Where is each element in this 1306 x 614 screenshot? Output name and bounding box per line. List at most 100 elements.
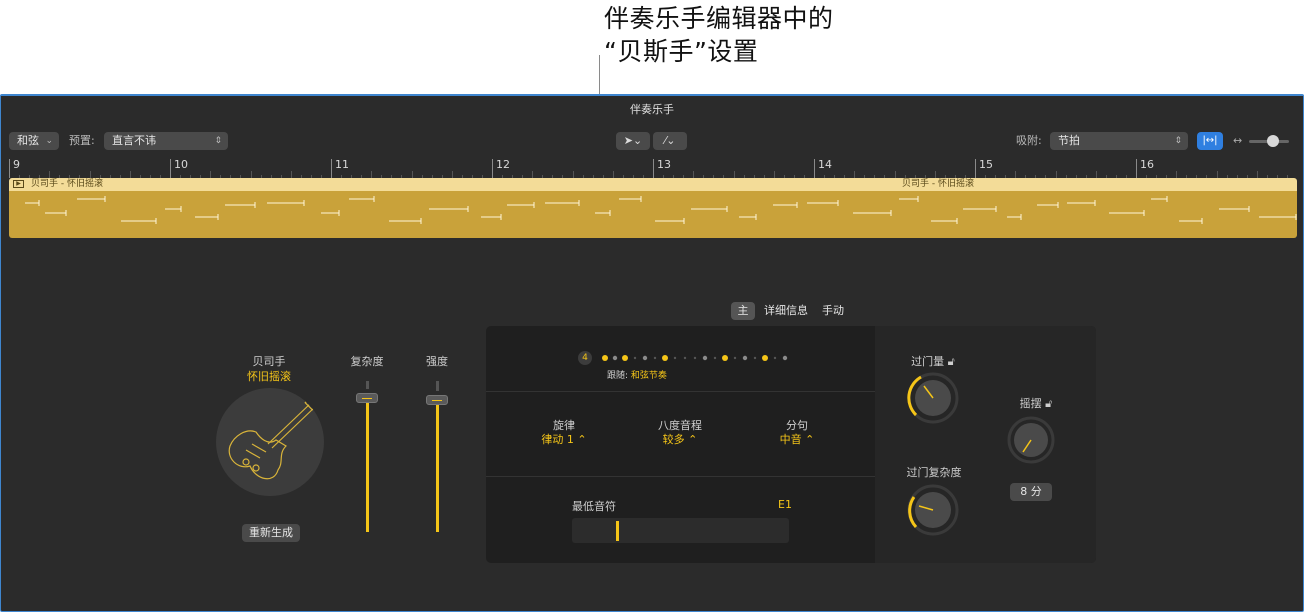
beat-dot[interactable] (773, 356, 777, 360)
beat-dot[interactable] (683, 356, 687, 360)
lowest-note-value: E1 (778, 498, 792, 511)
ruler-tick (773, 171, 775, 178)
player-name: 贝司手 (252, 355, 286, 368)
beat-dot[interactable] (633, 356, 637, 360)
region-play-icon: ▶ (13, 180, 24, 188)
ruler-tick (1095, 171, 1097, 178)
beat-dot[interactable] (722, 355, 728, 361)
region-header: ▶ 贝司手 - 怀旧摇滚 贝司手 - 怀旧摇滚 (9, 178, 1297, 191)
beat-dot[interactable] (612, 355, 618, 361)
ruler-tick (612, 171, 614, 178)
ruler-tick (572, 171, 574, 178)
beat-dot[interactable] (702, 355, 708, 361)
lowest-note-range[interactable] (572, 518, 789, 543)
tab-main[interactable]: 主 (731, 302, 755, 320)
octave-label: 八度音程 (658, 419, 702, 432)
phrasing-value[interactable]: 中音 ⌃ (752, 433, 842, 447)
player-style[interactable]: 怀旧摇滚 (209, 368, 329, 384)
fills-knob[interactable] (905, 370, 961, 426)
beat-dot[interactable] (753, 356, 757, 360)
chord-button[interactable]: 和弦 ⌄ (9, 132, 59, 150)
tab-manual[interactable]: 手动 (817, 302, 849, 320)
ruler-tick (371, 171, 373, 178)
ruler-tick (1055, 171, 1057, 178)
octave-value[interactable]: 较多 ⌃ (635, 433, 725, 447)
melody-param[interactable]: 旋律 律动 1 ⌃ (519, 419, 609, 447)
fills-label: 过门量 🔓︎ (888, 353, 978, 369)
ruler-tick (693, 171, 695, 178)
bar-number: 16 (1136, 159, 1154, 178)
beat-dot[interactable] (622, 355, 628, 361)
beat-dot[interactable] (653, 356, 657, 360)
follow-label: 跟随: (607, 371, 629, 381)
bass-guitar-icon (228, 393, 322, 480)
updown-chevron-icon: ⇕ (1174, 136, 1182, 146)
snap-popup[interactable]: 节拍 ⇕ (1050, 132, 1188, 150)
region-title: 贝司手 - 怀旧摇滚 (31, 179, 103, 189)
bar-number: 12 (492, 159, 510, 178)
snap-value: 节拍 (1058, 134, 1080, 147)
tab-details[interactable]: 详细信息 (761, 302, 811, 320)
beat-dot[interactable] (762, 355, 768, 361)
intensity-slider-thumb[interactable] (426, 395, 448, 405)
fill-complexity-knob[interactable] (905, 482, 961, 538)
complexity-label: 复杂度 (350, 355, 384, 368)
divider (486, 391, 875, 392)
ruler-tick (532, 171, 534, 178)
beat-dot[interactable] (662, 355, 668, 361)
bass-guitar-avatar[interactable] (216, 388, 324, 496)
callout-text: 伴奏乐手编辑器中的 “贝斯手”设置 (604, 2, 834, 68)
ruler-tick (1015, 171, 1017, 178)
complexity-slider-thumb[interactable] (356, 393, 378, 403)
zoom-thumb[interactable] (1267, 135, 1279, 147)
regenerate-button[interactable]: 重新生成 (242, 524, 300, 542)
swing-knob[interactable] (1005, 414, 1057, 466)
ruler-tick (290, 171, 292, 178)
ruler-tick (411, 171, 413, 178)
snap-to-grid-button[interactable]: |↔| (1197, 132, 1223, 150)
ruler-tick (934, 171, 936, 178)
snap-icon: |↔| (1202, 135, 1218, 146)
lock-icon[interactable]: 🔓︎ (1045, 397, 1052, 410)
horizontal-zoom-slider[interactable]: ↔ (1231, 132, 1293, 150)
region-note-pattern (25, 196, 1297, 224)
bass-region[interactable]: ▶ 贝司手 - 怀旧摇滚 贝司手 - 怀旧摇滚 (9, 178, 1297, 238)
beat-dot[interactable] (782, 355, 788, 361)
follow-setting[interactable]: 跟随: 和弦节奏 (607, 368, 667, 381)
region-notes (9, 191, 1297, 238)
phrasing-param[interactable]: 分句 中音 ⌃ (752, 419, 842, 447)
beat-dot[interactable] (713, 356, 717, 360)
pencil-tool-button[interactable]: ⁄⌄ (653, 132, 687, 150)
beat-pattern[interactable] (599, 352, 795, 364)
complexity-slider-fill (366, 394, 369, 532)
beat-dot[interactable] (673, 356, 677, 360)
divider (486, 476, 875, 477)
session-player-editor-window: 伴奏乐手 和弦 ⌄ 预置: 直言不讳 ⇕ ➤⌄ ⁄⌄ 吸附: 节拍 ⇕ |↔| ↔ 9… (0, 94, 1304, 612)
bar-number: 15 (975, 159, 993, 178)
pointer-tool-button[interactable]: ➤⌄ (616, 132, 650, 150)
swing-label: 摇摆 🔓︎ (991, 395, 1081, 411)
editor-toolbar: 和弦 ⌄ 预置: 直言不讳 ⇕ ➤⌄ ⁄⌄ 吸附: 节拍 ⇕ |↔| ↔ (1, 132, 1303, 154)
chevron-down-icon: ⌄ (45, 136, 53, 146)
bar-number: 11 (331, 159, 349, 178)
callout-line-1: 伴奏乐手编辑器中的 (604, 4, 834, 33)
lowest-note-marker[interactable] (616, 521, 619, 541)
beat-dot[interactable] (733, 356, 737, 360)
beat-dot[interactable] (642, 355, 648, 361)
melody-value[interactable]: 律动 1 ⌃ (519, 433, 609, 447)
bar-number: 13 (653, 159, 671, 178)
beat-count-badge: 4 (578, 351, 592, 365)
octave-param[interactable]: 八度音程 较多 ⌃ (635, 419, 725, 447)
beat-dot[interactable] (602, 355, 608, 361)
swing-label-text: 摇摆 (1019, 397, 1042, 410)
ruler-tick (1216, 171, 1218, 178)
lock-icon[interactable]: 🔓︎ (948, 355, 955, 368)
preset-label: 预置: (69, 134, 95, 147)
swing-value[interactable]: 8 分 (1010, 483, 1052, 501)
beat-dot[interactable] (693, 356, 697, 360)
snap-label: 吸附: (1016, 134, 1042, 147)
chord-button-label: 和弦 (17, 134, 39, 147)
beat-dot[interactable] (742, 355, 748, 361)
bar-ruler[interactable]: 9 10 11 12 13 14 15 16 (9, 159, 1297, 178)
preset-popup[interactable]: 直言不讳 ⇕ (104, 132, 228, 150)
